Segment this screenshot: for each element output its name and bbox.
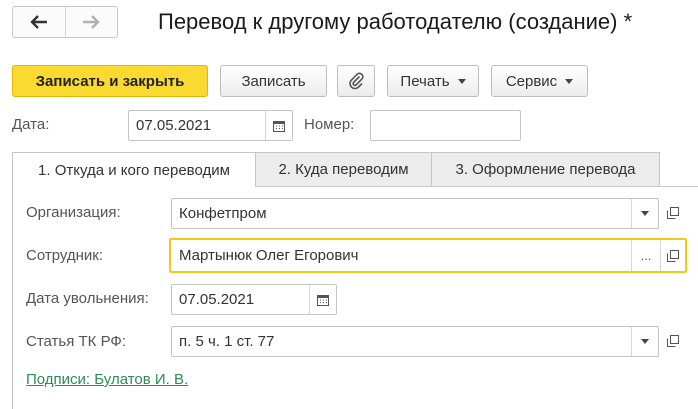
article-value: п. 5 ч. 1 ст. 77: [179, 333, 275, 350]
open-window-icon: [667, 207, 679, 219]
article-label: Статья ТК РФ:: [26, 333, 126, 350]
date-label: Дата:: [12, 116, 50, 133]
number-label: Номер:: [304, 116, 355, 133]
open-window-icon: [667, 335, 679, 347]
organization-field[interactable]: Конфетпром: [171, 198, 659, 229]
forward-button[interactable]: [64, 7, 118, 37]
article-dropdown-button[interactable]: [631, 327, 658, 356]
save-button[interactable]: Записать: [220, 65, 327, 97]
dismissal-date-label: Дата увольнения:: [26, 290, 149, 307]
chevron-down-icon: [457, 78, 466, 84]
tab-from-whom[interactable]: 1. Откуда и кого переводим: [12, 152, 256, 187]
print-button-label: Печать: [400, 72, 450, 90]
chevron-down-icon: [641, 339, 649, 344]
dismissal-date-value: 07.05.2021: [179, 291, 255, 308]
calendar-icon: [273, 120, 285, 132]
organization-open-button[interactable]: [660, 198, 686, 228]
tab-where[interactable]: 2. Куда переводим: [255, 152, 432, 186]
chevron-down-icon: [641, 211, 649, 216]
attach-button[interactable]: [337, 65, 375, 97]
print-menu-button[interactable]: Печать: [387, 65, 479, 97]
signatures-link[interactable]: Подписи: Булатов И. В.: [26, 371, 188, 388]
dismissal-date-field[interactable]: 07.05.2021: [171, 284, 337, 315]
open-window-icon: [667, 249, 679, 262]
back-button[interactable]: [13, 7, 65, 37]
save-and-close-button[interactable]: Записать и закрыть: [12, 65, 208, 97]
page-title: Перевод к другому работодателю (создание…: [158, 9, 633, 34]
date-field[interactable]: 07.05.2021: [128, 110, 293, 141]
number-field[interactable]: [370, 110, 521, 141]
arrow-left-icon: [30, 15, 47, 29]
panel-border: [12, 186, 13, 409]
employee-open-button[interactable]: [660, 240, 685, 271]
employee-label: Сотрудник:: [26, 247, 104, 264]
service-button-label: Сервис: [505, 72, 558, 90]
organization-dropdown-button[interactable]: [631, 199, 658, 228]
employee-value: Мартынюк Олег Егорович: [179, 247, 359, 264]
arrow-right-icon: [83, 15, 100, 29]
organization-value: Конфетпром: [179, 205, 267, 222]
organization-label: Организация:: [26, 204, 121, 221]
date-value: 07.05.2021: [136, 117, 212, 134]
article-open-button[interactable]: [660, 326, 686, 356]
chevron-down-icon: [565, 78, 574, 84]
paperclip-icon: [349, 72, 364, 90]
calendar-button[interactable]: [265, 111, 292, 140]
employee-select-button[interactable]: ...: [631, 240, 660, 271]
calendar-button[interactable]: [309, 285, 336, 314]
navigation-buttons: [12, 6, 118, 38]
tab-registration[interactable]: 3. Оформление перевода: [431, 152, 660, 186]
service-menu-button[interactable]: Сервис: [491, 65, 588, 97]
employee-field[interactable]: Мартынюк Олег Егорович ...: [169, 238, 687, 273]
article-field[interactable]: п. 5 ч. 1 ст. 77: [171, 326, 659, 357]
calendar-icon: [317, 294, 329, 306]
